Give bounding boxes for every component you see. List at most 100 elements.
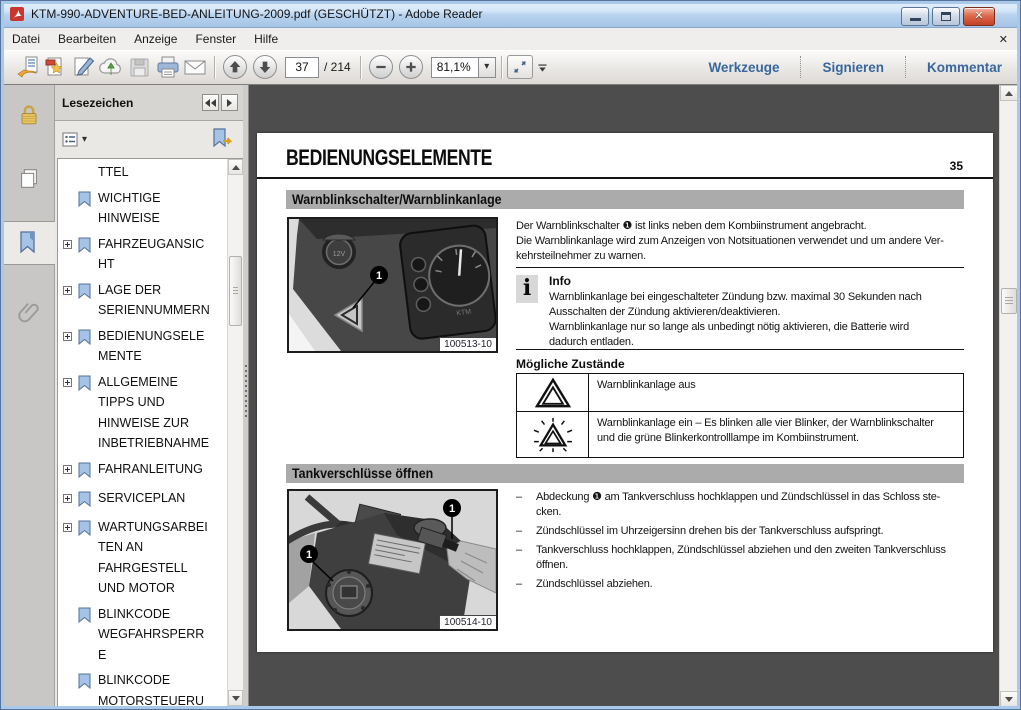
toolbar-actions: Werkzeuge Signieren Kommentar [687,50,1002,84]
menu-datei[interactable]: Datei [3,29,49,49]
titlebar[interactable]: KTM-990-ADVENTURE-BED-ANLEITUNG-2009.pdf… [0,0,1021,28]
bookmark-item[interactable]: TTEL [63,162,243,183]
print-icon [155,55,180,79]
attachments-panel-button[interactable] [3,290,55,334]
scroll-down-button[interactable] [228,690,243,706]
splitter-grip-icon[interactable] [245,365,247,417]
scroll-up-button[interactable] [228,159,243,175]
main-area: Lesezeichen [3,85,1018,707]
bookmark-icon [78,237,91,253]
menu-anzeige[interactable]: Anzeige [125,29,186,49]
previous-page-button[interactable] [223,55,247,79]
bookmark-item[interactable]: BLINKCODE WEGFAHRSPERRE [63,604,243,666]
create-pdf-button[interactable] [41,54,69,81]
bookmark-icon [78,462,91,478]
document-scrollbar[interactable] [999,85,1018,707]
list-item: – Abdeckung ❶ am Tankverschluss hochklap… [516,490,976,520]
bookmark-label[interactable]: WICHTIGE HINWEISE [98,188,212,229]
print-button[interactable] [153,54,181,81]
bookmark-item[interactable]: SERVICEPLAN [63,488,243,512]
scrollbar-thumb[interactable] [1001,288,1017,314]
triangle-down-icon [1005,697,1013,702]
bookmark-item[interactable]: BEDIENUNGSELEMENTE [63,326,243,367]
figure-caption: 100513-10 [439,337,496,351]
expand-plus-icon[interactable] [63,523,72,532]
pages-icon [16,166,42,192]
kommentar-button[interactable]: Kommentar [906,60,1002,75]
zoom-out-button[interactable] [369,55,393,79]
bookmark-label[interactable]: TTEL [98,162,212,183]
info-icon: i [516,275,538,303]
collapse-panel-button[interactable] [202,94,219,111]
bookmark-item[interactable]: WARTUNGSARBEITEN AN FAHRGESTELL UND MOTO… [63,517,243,599]
expand-plus-icon[interactable] [63,332,72,341]
signieren-button[interactable]: Signieren [801,60,905,75]
sign-button[interactable] [69,54,97,81]
fuel-tank-photo: 1 1 [289,491,496,629]
section-header-tankverschluesse: Tankverschlüsse öffnen [286,464,964,483]
expand-plus-icon[interactable] [63,286,72,295]
scroll-down-button[interactable] [1000,691,1018,707]
bookmark-label[interactable]: BEDIENUNGSELEMENTE [98,326,212,367]
plus-icon [404,60,418,74]
expand-plus-icon[interactable] [63,240,72,249]
maximize-button[interactable] [932,7,960,26]
bookmark-label[interactable]: BLINKCODE WEGFAHRSPERRE [98,604,212,666]
figure-caption: 100514-10 [439,615,496,629]
section-header-warnblinkschalter: Warnblinkschalter/Warnblinkanlage [286,190,964,209]
bookmark-icon [78,283,91,299]
bookmark-label[interactable]: FAHRANLEITUNG [98,459,212,483]
expand-panel-button[interactable] [221,94,238,111]
toolbar-overflow-button[interactable] [533,54,553,81]
expand-plus-icon[interactable] [63,378,72,387]
bookmark-label[interactable]: LAGE DER SERIENNUMMERN [98,280,212,321]
bookmark-item[interactable]: LAGE DER SERIENNUMMERN [63,280,243,321]
toolbar-separator [501,56,502,79]
bookmark-item[interactable]: FAHRZEUGANSICHT [63,234,243,275]
bookmarks-panel-button[interactable] [3,221,55,265]
panel-header: Lesezeichen [55,85,243,121]
bookmark-label[interactable]: BLINKCODE MOTORSTEUERUNG [98,670,212,707]
pages-panel-button[interactable] [3,157,55,201]
dash-bullet: – [516,577,536,592]
menu-hilfe[interactable]: Hilfe [245,29,287,49]
bookmark-options-button[interactable]: ▾ [62,132,87,147]
zoom-level-input[interactable] [431,57,478,78]
bookmark-label[interactable]: WARTUNGSARBEITEN AN FAHRGESTELL UND MOTO… [98,517,212,599]
werkzeuge-button[interactable]: Werkzeuge [687,60,800,75]
cloud-share-button[interactable] [97,54,125,81]
expand-plus-icon[interactable] [63,465,72,474]
scrollbar-thumb[interactable] [229,256,242,326]
open-button[interactable] [13,54,41,81]
fit-window-button[interactable] [507,55,533,79]
bookmark-label[interactable]: SERVICEPLAN [98,488,212,512]
add-bookmark-icon [211,128,235,150]
page-number-input[interactable] [285,57,319,78]
bookmark-item[interactable]: FAHRANLEITUNG [63,459,243,483]
zoom-dropdown-button[interactable]: ▾ [478,57,496,78]
email-button[interactable] [181,54,209,81]
menu-fenster[interactable]: Fenster [186,29,245,49]
new-bookmark-button[interactable] [211,128,235,155]
scroll-up-button[interactable] [1000,85,1018,101]
menu-bearbeiten[interactable]: Bearbeiten [49,29,125,49]
bookmark-label[interactable]: FAHRZEUGANSICHT [98,234,212,275]
bookmark-item[interactable]: ALLGEMEINE TIPPS UND HINWEISE ZUR INBETR… [63,372,243,454]
triangle-down-icon [232,696,240,701]
minimize-button[interactable] [901,7,929,26]
bookmark-item[interactable]: BLINKCODE MOTORSTEUERUNG [63,670,243,707]
zoom-in-button[interactable] [399,55,423,79]
bookmark-label[interactable]: ALLGEMEINE TIPPS UND HINWEISE ZUR INBETR… [98,372,212,454]
save-button[interactable] [125,54,153,81]
options-list-icon [62,132,79,147]
security-panel-button[interactable] [3,93,55,137]
overflow-caret-icon [536,61,549,74]
menubar-close-icon[interactable]: ✕ [999,33,1008,46]
chevron-down-icon: ▾ [484,62,489,72]
expand-plus-icon[interactable] [63,494,72,503]
create-pdf-icon [43,55,68,79]
bookmark-list-scrollbar[interactable] [227,159,243,706]
close-button[interactable]: ✕ [963,7,995,26]
bookmark-item[interactable]: WICHTIGE HINWEISE [63,188,243,229]
next-page-button[interactable] [253,55,277,79]
